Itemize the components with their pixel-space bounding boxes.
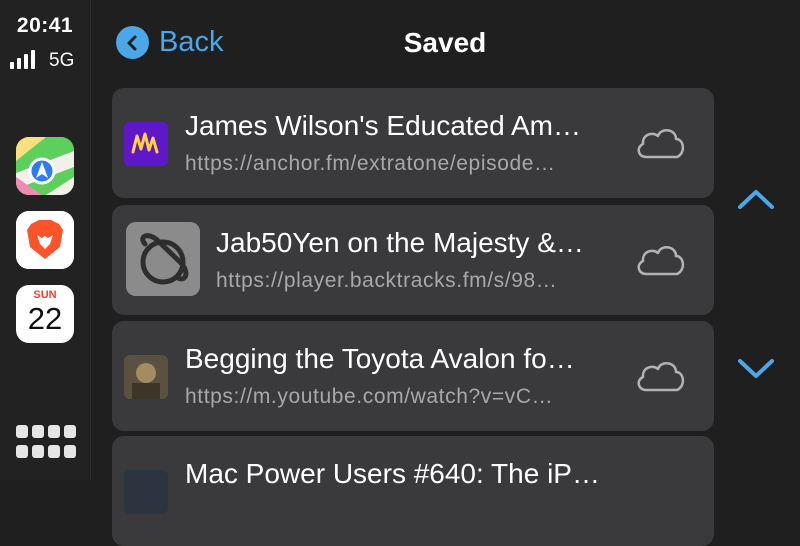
- podcast-thumbnail: [124, 122, 168, 166]
- maps-app-icon[interactable]: [16, 137, 74, 195]
- cloud-icon[interactable]: [632, 240, 690, 280]
- calendar-app-icon[interactable]: SUN 22: [16, 285, 74, 343]
- calendar-day: SUN: [33, 289, 57, 301]
- sidebar: 20:41 5G SUN 22: [0, 0, 91, 480]
- item-url: https://player.backtracks.fm/s/98…: [216, 269, 558, 292]
- item-url: https://m.youtube.com/watch?v=vC…: [185, 385, 554, 408]
- list-item[interactable]: Jab50Yen on the Majesty &… https://playe…: [112, 205, 714, 315]
- chevron-up-icon[interactable]: [736, 186, 776, 212]
- placeholder-thumbnail: [126, 222, 200, 296]
- podcast-thumbnail: [124, 470, 168, 514]
- item-title: James Wilson's Educated Am…: [185, 110, 581, 141]
- video-thumbnail: [124, 355, 168, 399]
- app-grid-icon[interactable]: [16, 425, 76, 461]
- item-title: Jab50Yen on the Majesty &…: [216, 227, 584, 258]
- brave-app-icon[interactable]: [16, 211, 74, 269]
- cloud-icon[interactable]: [632, 356, 690, 396]
- item-title: Mac Power Users #640: The iPhon: [185, 458, 615, 489]
- item-title: Begging the Toyota Avalon fo…: [185, 343, 575, 374]
- chevron-down-icon[interactable]: [736, 356, 776, 382]
- list-item[interactable]: Mac Power Users #640: The iPhon: [112, 436, 714, 546]
- item-url: https://anchor.fm/extratone/episode…: [185, 152, 556, 175]
- signal-icon: [10, 50, 35, 69]
- back-button[interactable]: Back: [116, 26, 223, 59]
- list-item[interactable]: Begging the Toyota Avalon fo… https://m.…: [112, 321, 714, 431]
- back-chevron-icon: [116, 26, 149, 59]
- calendar-date: 22: [27, 301, 63, 336]
- list-item[interactable]: James Wilson's Educated Am… https://anch…: [112, 88, 714, 198]
- page-title: Saved: [403, 27, 487, 58]
- back-label: Back: [159, 26, 224, 58]
- cloud-icon[interactable]: [632, 123, 690, 163]
- network-type: 5G: [49, 50, 75, 71]
- status-time: 20:41: [16, 14, 74, 37]
